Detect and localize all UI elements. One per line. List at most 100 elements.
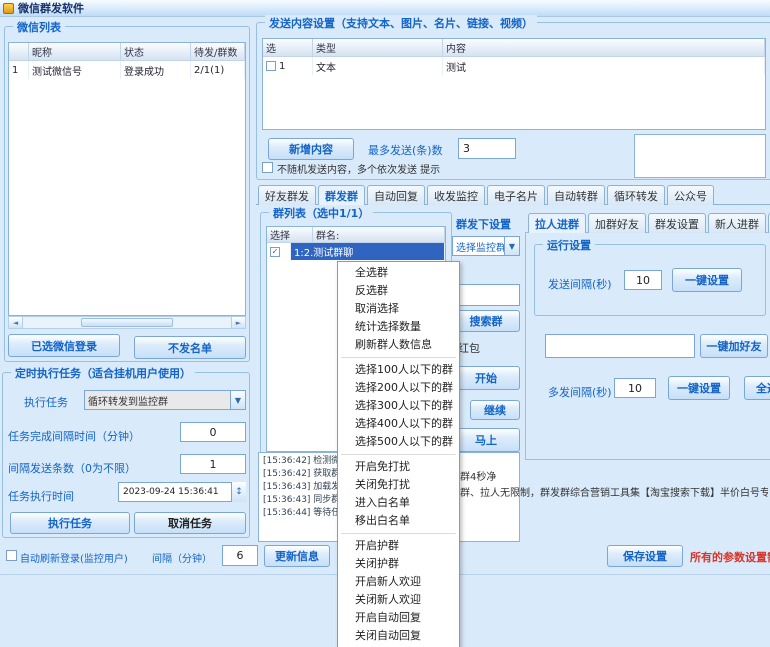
content-preview-box	[634, 134, 766, 178]
max-send-input[interactable]: 3	[458, 138, 516, 159]
menu-item-select-all-groups[interactable]: 全选群	[338, 264, 459, 282]
content-row-text: 测试	[443, 57, 765, 75]
menu-item-select-under-500[interactable]: 选择500人以下的群	[338, 433, 459, 451]
tab-ecard[interactable]: 电子名片	[487, 185, 545, 205]
one-key-set-button-2[interactable]: 一键设置	[668, 376, 730, 400]
tab-auto-reply[interactable]: 自动回复	[367, 185, 425, 205]
notice-line-2: 群、拉人无限制，群发群综合营销工具集【淘宝搜索下载】半价白号专卖店	[460, 484, 768, 499]
update-info-button[interactable]: 更新信息	[264, 545, 330, 567]
menu-separator	[341, 533, 456, 534]
content-row[interactable]: 1 文本 测试	[263, 57, 765, 75]
auto-refresh-checkbox[interactable]	[6, 550, 17, 561]
menu-item-refresh-member-info[interactable]: 刷新群人数信息	[338, 336, 459, 354]
edge-button[interactable]: 全选	[744, 376, 770, 400]
menu-item-select-under-300[interactable]: 选择300人以下的群	[338, 397, 459, 415]
menu-item-disable-guard[interactable]: 关闭护群	[338, 555, 459, 573]
start-button[interactable]: 开始	[452, 366, 520, 390]
random-send-label: 不随机发送内容，多个依次发送 提示	[277, 161, 440, 176]
now-button[interactable]: 马上	[452, 428, 520, 452]
wechat-hscrollbar[interactable]: ◄ ►	[8, 316, 246, 329]
one-key-add-friend-button[interactable]: 一键加好友	[700, 334, 768, 358]
group-row-name: 1:2.测试群聊	[291, 243, 445, 260]
continue-button[interactable]: 继续	[470, 400, 520, 420]
content-col-text: 内容	[443, 39, 765, 56]
tab-group-send[interactable]: 群发群	[318, 185, 365, 205]
tab-add-group-friend[interactable]: 加群好友	[588, 213, 646, 233]
group-list-legend: 群列表（选中1/1）	[269, 205, 373, 221]
menu-item-cancel-selection[interactable]: 取消选择	[338, 300, 459, 318]
add-content-button[interactable]: 新增内容	[268, 138, 354, 160]
menu-item-enable-welcome[interactable]: 开启新人欢迎	[338, 573, 459, 591]
menu-item-count-selection[interactable]: 统计选择数量	[338, 318, 459, 336]
redpacket-label: 红包	[458, 340, 480, 356]
scroll-right-icon[interactable]: ►	[231, 317, 245, 328]
menu-item-enable-guard[interactable]: 开启护群	[338, 537, 459, 555]
wechat-row[interactable]: 1 测试微信号 登录成功 2/1(1)	[9, 61, 245, 79]
tab-monitor[interactable]: 收发监控	[427, 185, 485, 205]
menu-item-select-under-100[interactable]: 选择100人以下的群	[338, 361, 459, 379]
tab-official-account[interactable]: 公众号	[667, 185, 714, 205]
menu-item-add-whitelist[interactable]: 进入白名单	[338, 494, 459, 512]
group-row[interactable]: 1:2.测试群聊	[267, 243, 445, 260]
refresh-interval-input[interactable]: 6	[222, 545, 258, 566]
task-time-input[interactable]: 2023-09-24 15:36:41	[118, 482, 246, 502]
chevron-down-icon[interactable]: ▼	[504, 237, 519, 255]
tab-pull-into-group[interactable]: 拉人进群	[528, 213, 586, 233]
task-legend: 定时执行任务（适合挂机用户使用）	[11, 365, 195, 381]
main-tabs: 好友群发 群发群 自动回复 收发监控 电子名片 自动转群 循环转发 公众号	[258, 184, 716, 205]
exec-task-select[interactable]: 循环转发到监控群 ▼	[84, 390, 246, 410]
monitor-group-select[interactable]: 选择监控群 ▼	[452, 236, 520, 256]
right-tabs: 拉人进群 加群好友 群发设置 新人进群 其他	[528, 212, 770, 233]
search-group-button[interactable]: 搜索群	[452, 310, 520, 332]
scroll-left-icon[interactable]: ◄	[9, 317, 23, 328]
content-col-check: 选	[263, 39, 313, 56]
scroll-thumb[interactable]	[81, 318, 173, 327]
wechat-row-count: 2/1(1)	[191, 61, 245, 79]
content-table-header: 选 类型 内容	[263, 39, 765, 57]
content-col-type: 类型	[313, 39, 443, 56]
content-row-checkbox[interactable]	[266, 61, 276, 71]
selected-login-button[interactable]: 已选微信登录	[8, 334, 120, 357]
tab-newcomer[interactable]: 新人进群	[708, 213, 766, 233]
content-table: 选 类型 内容 1 文本 测试	[262, 38, 766, 130]
monitor-group-value: 选择监控群	[453, 239, 504, 254]
tab-friend-send[interactable]: 好友群发	[258, 185, 316, 205]
tab-auto-forward[interactable]: 自动转群	[547, 185, 605, 205]
menu-item-enable-auto-reply[interactable]: 开启自动回复	[338, 609, 459, 627]
wechat-table-header: 昵称 状态 待发/群数	[9, 43, 245, 61]
task-pause-input[interactable]: 0	[180, 422, 246, 442]
menu-item-remove-whitelist[interactable]: 移出白名单	[338, 512, 459, 530]
group-search-input[interactable]	[452, 284, 520, 306]
task-pause-label: 任务完成间隔时间（分钟）	[8, 428, 140, 444]
multi-interval-input[interactable]: 10	[614, 378, 656, 398]
cancel-task-button[interactable]: 取消任务	[134, 512, 246, 534]
wechat-table: 昵称 状态 待发/群数 1 测试微信号 登录成功 2/1(1)	[8, 42, 246, 316]
menu-item-disable-dnd[interactable]: 关闭免打扰	[338, 476, 459, 494]
one-key-set-button-1[interactable]: 一键设置	[672, 268, 742, 292]
run-task-button[interactable]: 执行任务	[10, 512, 130, 534]
chevron-down-icon[interactable]: ▼	[230, 391, 245, 409]
tab-loop-forward[interactable]: 循环转发	[607, 185, 665, 205]
save-settings-button[interactable]: 保存设置	[607, 545, 683, 567]
menu-item-disable-welcome[interactable]: 关闭新人欢迎	[338, 591, 459, 609]
random-send-checkbox[interactable]	[262, 162, 273, 173]
task-batch-input[interactable]: 1	[180, 454, 246, 474]
wechat-col-status: 状态	[121, 43, 191, 60]
wechat-list-legend: 微信列表	[13, 19, 65, 35]
send-interval-input[interactable]: 10	[624, 270, 662, 290]
menu-item-invert-selection[interactable]: 反选群	[338, 282, 459, 300]
friend-input[interactable]	[545, 334, 695, 358]
group-row-checkbox[interactable]	[270, 247, 280, 257]
updown-icon[interactable]: ↕	[231, 482, 246, 502]
menu-item-disable-auto-reply[interactable]: 关闭自动回复	[338, 627, 459, 645]
menu-item-select-under-400[interactable]: 选择400人以下的群	[338, 415, 459, 433]
menu-separator	[341, 357, 456, 358]
send-interval-label: 发送间隔(秒)	[548, 276, 612, 292]
settings-warning-text: 所有的参数设置需保存更新	[690, 549, 770, 565]
menu-item-enable-dnd[interactable]: 开启免打扰	[338, 458, 459, 476]
refresh-interval-label: 间隔（分钟）	[152, 550, 212, 565]
menu-item-select-under-200[interactable]: 选择200人以下的群	[338, 379, 459, 397]
no-send-list-button[interactable]: 不发名单	[134, 336, 246, 359]
tab-send-settings[interactable]: 群发设置	[648, 213, 706, 233]
group-list-header: 选择 群名:	[267, 227, 445, 243]
